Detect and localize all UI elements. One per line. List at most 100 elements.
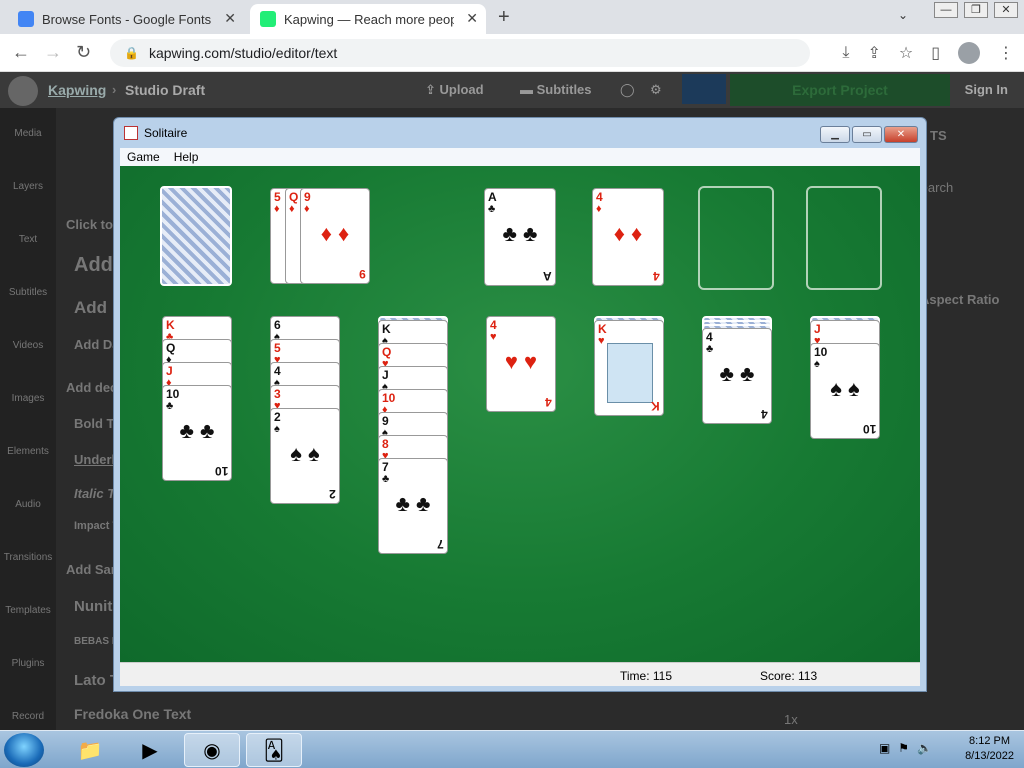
card-pip: ♣ ♣ [719,361,755,386]
sidebar-item-videos[interactable]: Videos [0,320,56,373]
foundation-card[interactable]: A ♣ ♣ ♣ A [484,188,556,286]
card-pip: ♣ ♣ [395,491,431,516]
panel-text[interactable]: Nunit [74,598,112,615]
sidebar-item-images[interactable]: Images [0,373,56,426]
sign-in-link[interactable]: Sign In [965,82,1008,97]
volume-icon[interactable]: 🔈 [917,741,932,755]
browser-tools: ⤓ ⇪ ☆ ▯ ⋮ [842,42,1014,64]
close-button[interactable]: ✕ [884,126,918,143]
network-icon[interactable]: ▣ [879,741,890,755]
upload-button[interactable]: ⇪ Upload [425,82,484,98]
solitaire-taskbar-icon[interactable]: 🂡 [246,733,302,767]
install-icon[interactable]: ⤓ [842,44,849,62]
restore-button[interactable]: ❐ [964,2,988,18]
waste-card[interactable]: 9 ♦ ♦ ♦ 9 [300,188,370,284]
card-suit: ♣ [706,343,714,355]
kapwing-brand-link[interactable]: Kapwing [48,82,106,98]
maximize-button[interactable]: ▭ [852,126,882,143]
side-panel-icon[interactable]: ▯ [931,43,940,63]
reload-icon[interactable]: ↻ [76,42,91,63]
chrome-taskbar-icon[interactable]: ◉ [184,733,240,767]
card-pip: ♦ ♦ [320,221,350,246]
sidebar-item-text[interactable]: Text [0,214,56,267]
sidebar-item-plugins[interactable]: Plugins [0,638,56,691]
solitaire-app-icon [124,126,138,140]
url-field[interactable]: 🔒 kapwing.com/studio/editor/text [110,39,810,67]
card-rank-bottom: 7 [437,537,444,551]
sidebar-item-subtitles[interactable]: Subtitles [0,267,56,320]
sidebar-item-elements[interactable]: Elements [0,426,56,479]
panel-text[interactable]: Fredoka One Text [74,706,191,722]
tableau-card[interactable]: K ♥ K [594,320,664,416]
close-button[interactable]: ✕ [994,2,1018,18]
tableau-card[interactable]: 2 ♠ ♠ ♠ 2 [270,408,340,504]
card-suit: ♠ [814,358,820,370]
panel-text[interactable]: Add [74,298,107,318]
settings-gear-icon[interactable]: ⚙ [650,82,662,98]
comment-icon[interactable]: ◯ [620,82,635,98]
clock[interactable]: 8:12 PM 8/13/2022 [965,734,1014,764]
menu-game[interactable]: Game [120,150,167,164]
sidebar-item-transitions[interactable]: Transitions [0,532,56,585]
panel-text[interactable]: Bold T [74,416,114,431]
browser-tab-strip: Browse Fonts - Google Fonts ✕ Kapwing — … [0,0,1024,34]
system-tray: ▣ ⚑ 🔈 [879,741,932,755]
card-suit: ♥ [598,335,605,347]
foundation-card[interactable]: 4 ♦ ♦ ♦ 4 [592,188,664,286]
bookmark-star-icon[interactable]: ☆ [899,43,913,63]
card-rank: 10 ♠ [814,345,828,370]
new-tab-button[interactable]: + [498,6,510,29]
game-table: 5 ♦ Q ♦ 9 ♦ ♦ ♦ 9 A ♣ ♣ ♣ A 4 ♦ ♦ ♦ 4 K ♣ Q ♦ J ♦ 10 ♣ ♣ ♣ 10 6 ♠ 5 ♥… [120,166,920,662]
sidebar-item-media[interactable]: Media [0,108,56,161]
subtitles-button[interactable]: ▬ Subtitles [520,82,592,97]
card-rank-bottom: K [651,399,660,413]
empty-foundation-slot[interactable] [806,186,882,290]
sidebar-item-layers[interactable]: Layers [0,161,56,214]
back-icon[interactable]: ← [12,42,30,63]
menu-kebab-icon[interactable]: ⋮ [998,43,1014,63]
panel-text: Add Sar [66,562,116,577]
sidebar-item-templates[interactable]: Templates [0,585,56,638]
breadcrumb-separator: › [112,82,117,97]
panel-text[interactable]: Add [74,254,113,277]
close-tab-icon[interactable]: ✕ [224,10,236,27]
tab-kapwing[interactable]: Kapwing — Reach more people v ✕ [250,4,486,34]
windows-taskbar: 📁 ▶ ◉ 🂡 ▣ ⚑ 🔈 8:12 PM 8/13/2022 [0,730,1024,768]
media-player-taskbar-icon[interactable]: ▶ [122,733,178,767]
panel-text: Add dec [66,380,118,395]
tableau-card[interactable]: 7 ♣ ♣ ♣ 7 [378,458,448,554]
explorer-taskbar-icon[interactable]: 📁 [62,733,118,767]
status-bar: Time: 115 Score: 113 [120,662,920,686]
tableau-card[interactable]: 4 ♥ ♥ ♥ 4 [486,316,556,412]
empty-foundation-slot[interactable] [698,186,774,290]
forward-icon[interactable]: → [44,42,62,63]
minimize-button[interactable]: — [934,2,958,18]
tableau-card[interactable]: 10 ♣ ♣ ♣ 10 [162,385,232,481]
solitaire-menubar: Game Help [120,148,920,166]
profile-avatar[interactable] [958,42,980,64]
kapwing-icon [260,11,276,27]
kapwing-logo[interactable] [8,76,38,106]
panel-text: Click to [66,217,113,232]
menu-help[interactable]: Help [167,150,206,164]
tableau-card[interactable]: 4 ♣ ♣ ♣ 4 [702,328,772,424]
panel-text[interactable]: Italic T [74,486,115,501]
lock-icon: 🔒 [124,46,139,60]
stock-pile[interactable] [160,186,232,286]
project-title[interactable]: Studio Draft [125,82,205,98]
solitaire-titlebar[interactable]: Solitaire [114,118,926,148]
minimize-button[interactable]: ▁ [820,126,850,143]
share-icon[interactable]: ⇪ [867,43,880,63]
close-tab-icon[interactable]: ✕ [466,10,478,27]
export-project-button[interactable]: Export Project [730,74,950,106]
tab-search-button[interactable]: ⌄ [898,8,908,22]
start-button[interactable] [4,733,44,767]
tableau-card[interactable]: 10 ♠ ♠ ♠ 10 [810,343,880,439]
panel-text[interactable]: Underl [74,452,115,467]
sidebar-item-audio[interactable]: Audio [0,479,56,532]
tab-google-fonts[interactable]: Browse Fonts - Google Fonts ✕ [8,4,244,34]
share-users-button[interactable] [682,74,726,104]
action-center-flag-icon[interactable]: ⚑ [898,741,909,755]
card-rank: 4 ♥ [490,318,497,343]
speed-select[interactable]: 1x [784,712,798,727]
